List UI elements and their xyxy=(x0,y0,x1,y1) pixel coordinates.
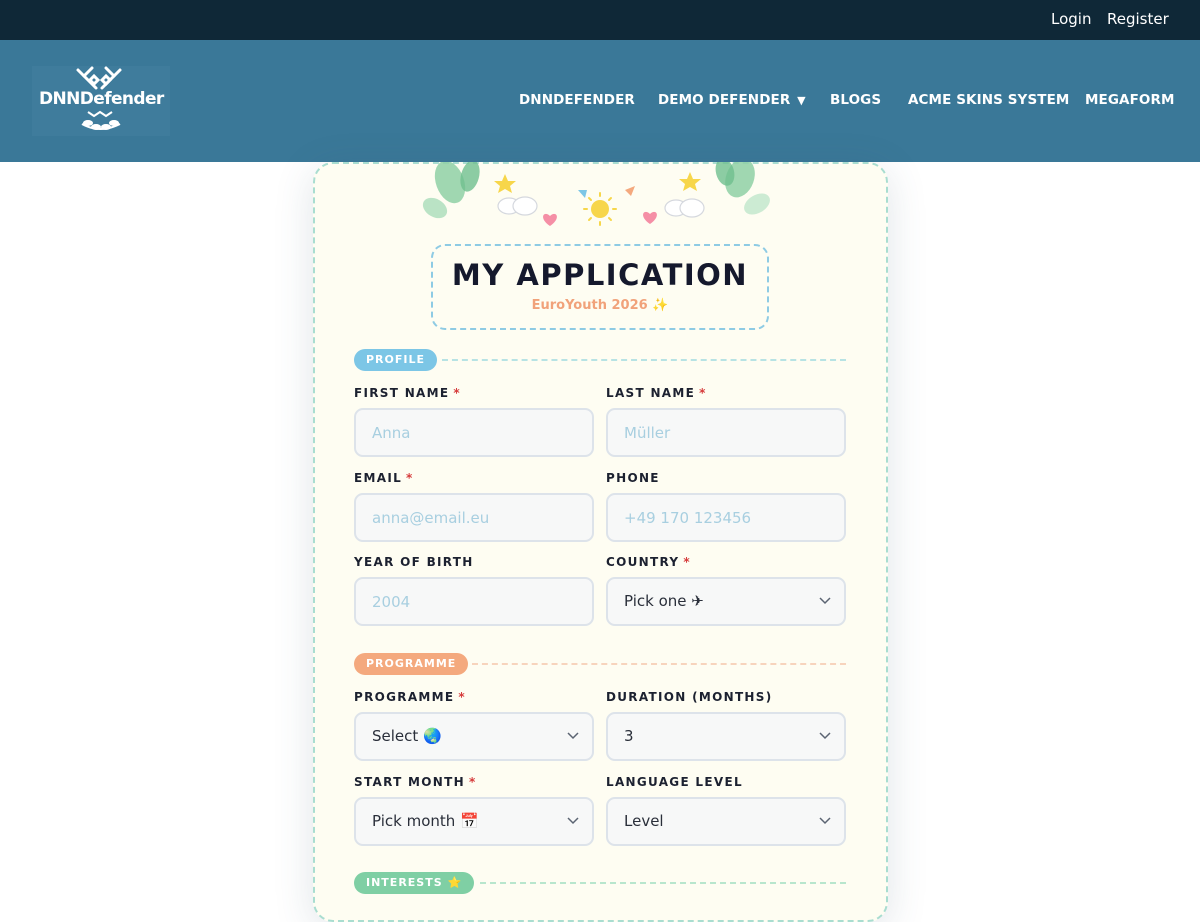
duration-select-value: 3 xyxy=(624,727,634,745)
section-programme-badge: PROGRAMME xyxy=(354,653,469,675)
nav-blogs[interactable]: BLOGS xyxy=(830,92,881,108)
site-header: DNNDefender DNNDEFENDER DEMO DEFENDER ▼ … xyxy=(0,40,1200,162)
first-name-label-text: FIRST NAME xyxy=(354,386,450,400)
nav-dnndefender[interactable]: DNNDEFENDER xyxy=(519,92,635,108)
programme-label: PROGRAMME * xyxy=(354,690,466,704)
language-level-label-text: LANGUAGE LEVEL xyxy=(606,775,743,789)
chevron-down-icon xyxy=(819,732,831,740)
duration-label-text: DURATION (MONTHS) xyxy=(606,690,773,704)
last-name-label: LAST NAME * xyxy=(606,386,707,400)
first-name-field xyxy=(354,408,594,457)
country-select[interactable]: Pick one ✈ xyxy=(606,577,846,626)
phone-field xyxy=(606,493,846,542)
phone-label: PHONE xyxy=(606,471,660,485)
year-of-birth-label: YEAR OF BIRTH xyxy=(354,555,474,569)
section-divider xyxy=(442,359,846,361)
duration-label: DURATION (MONTHS) xyxy=(606,690,773,704)
last-name-label-text: LAST NAME xyxy=(606,386,696,400)
first-name-input[interactable] xyxy=(356,410,592,455)
nav-megaform[interactable]: MEGAFORM xyxy=(1085,92,1175,108)
country-select-value: Pick one ✈ xyxy=(624,592,704,610)
last-name-field xyxy=(606,408,846,457)
country-label: COUNTRY * xyxy=(606,555,691,569)
nav-acme-skins-label: ACME SKINS SYSTEM xyxy=(908,92,1070,108)
section-divider xyxy=(480,882,846,884)
chevron-down-icon xyxy=(567,732,579,740)
chevron-down-icon xyxy=(819,597,831,605)
first-name-label: FIRST NAME * xyxy=(354,386,461,400)
title-box: MY APPLICATION EuroYouth 2026 ✨ xyxy=(431,244,769,330)
section-profile-badge: PROFILE xyxy=(354,349,438,371)
start-month-select[interactable]: Pick month 📅 xyxy=(354,797,594,846)
programme-select-value: Select 🌏 xyxy=(372,727,442,745)
programme-label-text: PROGRAMME xyxy=(354,690,455,704)
section-interests-badge: INTERESTS ⭐ xyxy=(354,872,475,894)
required-mark: * xyxy=(468,775,477,789)
programme-select[interactable]: Select 🌏 xyxy=(354,712,594,761)
nav-blogs-label: BLOGS xyxy=(830,92,882,108)
last-name-input[interactable] xyxy=(608,410,844,455)
nav-dnndefender-label: DNNDEFENDER xyxy=(519,92,635,108)
start-month-label: START MONTH * xyxy=(354,775,477,789)
email-field xyxy=(354,493,594,542)
section-divider xyxy=(472,663,846,665)
top-bar: Login Register xyxy=(0,0,1200,40)
logo-text: DNNDefender xyxy=(39,89,164,109)
nav-acme-skins-system[interactable]: ACME SKINS SYSTEM xyxy=(908,92,1069,108)
required-mark: * xyxy=(683,555,691,569)
nav-demo-defender[interactable]: DEMO DEFENDER ▼ xyxy=(658,92,806,108)
duration-select[interactable]: 3 xyxy=(606,712,846,761)
caret-down-icon: ▼ xyxy=(797,94,806,107)
page-subtitle: EuroYouth 2026 ✨ xyxy=(531,298,669,313)
login-link[interactable]: Login xyxy=(1051,10,1091,28)
language-level-label: LANGUAGE LEVEL xyxy=(606,775,743,789)
nav-megaform-label: MEGAFORM xyxy=(1085,92,1175,108)
language-level-select-value: Level xyxy=(624,812,664,830)
year-of-birth-field xyxy=(354,577,594,626)
register-link[interactable]: Register xyxy=(1107,10,1169,28)
start-month-select-value: Pick month 📅 xyxy=(372,812,479,830)
site-logo[interactable]: DNNDefender xyxy=(32,66,170,136)
required-mark: * xyxy=(458,690,466,704)
phone-input[interactable] xyxy=(608,495,844,540)
email-label-text: EMAIL xyxy=(354,471,403,485)
start-month-label-text: START MONTH xyxy=(354,775,465,789)
required-mark: * xyxy=(699,386,707,400)
email-input[interactable] xyxy=(356,495,592,540)
required-mark: * xyxy=(453,386,461,400)
year-of-birth-label-text: YEAR OF BIRTH xyxy=(354,555,474,569)
decorative-illustration xyxy=(422,162,770,226)
required-mark: * xyxy=(406,471,414,485)
language-level-select[interactable]: Level xyxy=(606,797,846,846)
chevron-down-icon xyxy=(819,817,831,825)
nav-demo-defender-label: DEMO DEFENDER xyxy=(658,92,791,108)
chevron-down-icon xyxy=(567,817,579,825)
phone-label-text: PHONE xyxy=(606,471,660,485)
email-label: EMAIL * xyxy=(354,471,414,485)
page-title: MY APPLICATION xyxy=(451,258,749,292)
country-label-text: COUNTRY xyxy=(606,555,680,569)
year-of-birth-input[interactable] xyxy=(356,579,592,624)
